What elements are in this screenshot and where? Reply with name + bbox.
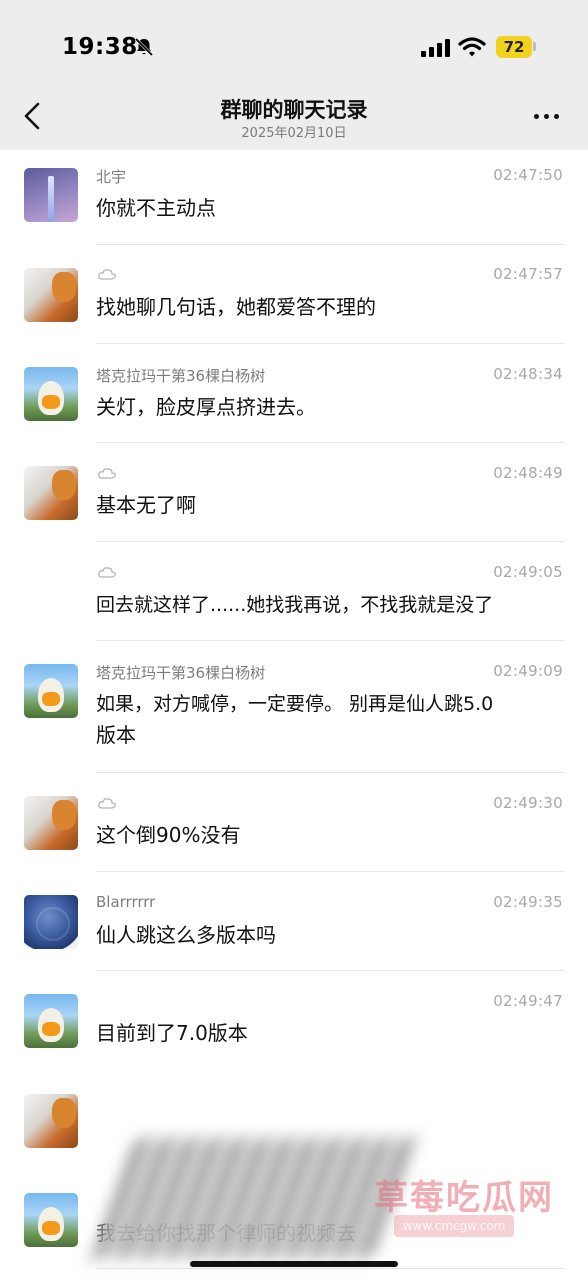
blur-overlay [88,1138,422,1258]
blueberry-avatar[interactable] [24,895,78,949]
message-text: 基本无了啊 [96,493,196,517]
message-divider [96,772,564,773]
sender-name: 塔克拉玛干第36棵白杨树 [96,664,266,682]
message-time: 02:49:35 [493,893,563,911]
message-text-line: 版本 [96,723,136,747]
message-divider [96,640,564,641]
sender-name: Blarrrrrr [96,893,156,911]
watermark-logo: 草莓吃瓜网 [374,1178,554,1218]
message-text-line: 如果，对方喊停，一定要停。 别再是仙人跳5.0 [96,693,494,715]
message-time: 02:49:05 [493,563,563,581]
sender-name: 北宇 [96,168,127,186]
dog-avatar[interactable] [24,796,78,850]
home-indicator[interactable] [190,1261,398,1267]
cloud-icon [98,798,116,809]
message-text: 这个倒90%没有 [96,823,241,847]
duck-avatar[interactable] [24,664,78,718]
watermark-url: www.cmcgw.com [394,1215,514,1237]
message-time: 02:48:34 [493,365,563,383]
page-date: 2025年02月10日 [241,126,347,141]
sender-name: 塔克拉玛干第36棵白杨树 [96,367,266,385]
message-text: 你就不主动点 [96,196,216,220]
message-divider [96,1268,564,1269]
duck-avatar[interactable] [24,994,78,1048]
message-text: 仙人跳这么多版本吗 [96,923,276,947]
status-time: 19:38 [62,34,138,60]
dog-avatar[interactable] [24,466,78,520]
wifi-icon [458,37,486,57]
message-divider [96,970,564,971]
page-title: 群聊的聊天记录 [220,98,368,122]
mute-bell-icon [134,37,154,57]
message-divider [96,343,564,344]
message-divider [96,244,564,245]
tower-avatar[interactable] [24,168,78,222]
battery-indicator: 72 [496,36,532,58]
message-divider [96,541,564,542]
message-text: 目前到了7.0版本 [96,1021,248,1045]
message-time: 02:47:50 [493,166,563,184]
dot [544,114,549,119]
cloud-icon [98,468,116,479]
duck-avatar[interactable] [24,1193,78,1247]
cloud-icon [98,567,116,578]
dog-avatar[interactable] [24,268,78,322]
dot [554,114,559,119]
message-divider [96,442,564,443]
message-text: 找她聊几句话，她都爱答不理的 [96,295,376,319]
battery-tip [533,42,536,51]
message-divider [96,871,564,872]
message-text: 关灯，脸皮厚点挤进去。 [96,395,316,419]
message-time: 02:49:30 [493,794,563,812]
dog-avatar[interactable] [24,1094,78,1148]
more-options-icon[interactable] [532,108,562,124]
message-time: 02:47:57 [493,265,563,283]
message-time: 02:49:47 [493,992,563,1010]
duck-avatar[interactable] [24,367,78,421]
message-text: 回去就这样了......她找我再说，不找我就是没了 [96,594,494,616]
message-time: 02:48:49 [493,464,563,482]
dot [534,114,539,119]
cloud-icon [98,269,116,280]
message-time: 02:49:09 [493,662,563,680]
signal-icon [421,39,450,57]
